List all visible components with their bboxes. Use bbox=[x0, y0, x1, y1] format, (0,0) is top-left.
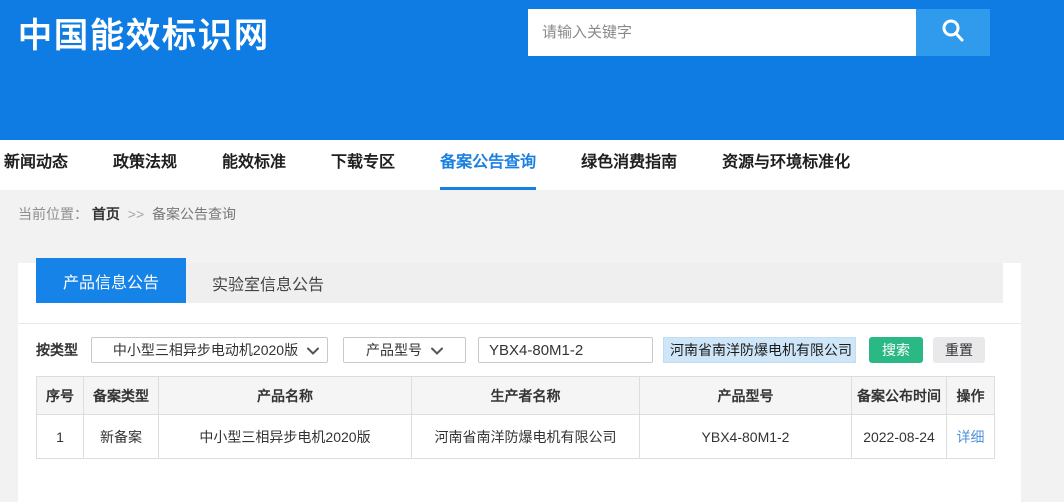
main-nav: 新闻动态 政策法规 能效标准 下载专区 备案公告查询 绿色消费指南 资源与环境标… bbox=[0, 140, 1064, 190]
search-submit-button[interactable]: 搜索 bbox=[869, 337, 923, 363]
cell-product-name: 中小型三相异步电机2020版 bbox=[159, 415, 412, 459]
nav-item-green-guide[interactable]: 绿色消费指南 bbox=[581, 140, 677, 190]
cell-model: YBX4-80M1-2 bbox=[640, 415, 852, 459]
breadcrumb-current: 备案公告查询 bbox=[152, 206, 236, 222]
detail-link[interactable]: 详细 bbox=[957, 429, 985, 445]
results-table: 序号 备案类型 产品名称 生产者名称 产品型号 备案公布时间 操作 1 新备案 … bbox=[36, 376, 995, 459]
nav-item-news[interactable]: 新闻动态 bbox=[4, 140, 68, 190]
col-publish-date: 备案公布时间 bbox=[852, 377, 947, 415]
tab-product-info[interactable]: 产品信息公告 bbox=[36, 258, 186, 303]
cell-seq: 1 bbox=[37, 415, 84, 459]
tab-lab-info[interactable]: 实验室信息公告 bbox=[186, 263, 350, 303]
cell-publish-date: 2022-08-24 bbox=[852, 415, 947, 459]
tab-divider bbox=[18, 323, 1021, 324]
filter-type-label: 按类型 bbox=[36, 340, 78, 360]
nav-item-standards[interactable]: 能效标准 bbox=[222, 140, 286, 190]
nav-item-resources-env[interactable]: 资源与环境标准化 bbox=[722, 140, 850, 190]
content-card: 产品信息公告 实验室信息公告 按类型 中小型三相异步电动机2020版 产品型号 bbox=[18, 263, 1021, 502]
col-action: 操作 bbox=[947, 377, 995, 415]
site-header: 中国能效标识网 bbox=[0, 0, 1064, 140]
chevron-down-icon bbox=[431, 342, 443, 358]
reset-button[interactable]: 重置 bbox=[933, 337, 985, 363]
type-select-value: 中小型三相异步电动机2020版 bbox=[104, 340, 307, 360]
breadcrumb: 当前位置： 首页 >> 备案公告查询 bbox=[0, 190, 1064, 240]
search-input[interactable] bbox=[528, 9, 916, 56]
breadcrumb-prefix: 当前位置： bbox=[18, 206, 88, 222]
field-select[interactable]: 产品型号 bbox=[343, 337, 466, 363]
producer-input-value: 河南省南洋防爆电机有限公司 bbox=[670, 340, 852, 360]
col-product-name: 产品名称 bbox=[159, 377, 412, 415]
producer-input[interactable]: 河南省南洋防爆电机有限公司 bbox=[663, 337, 856, 363]
search-icon bbox=[939, 17, 967, 48]
col-record-type: 备案类型 bbox=[84, 377, 159, 415]
breadcrumb-separator: >> bbox=[128, 206, 144, 222]
header-search-button[interactable] bbox=[916, 9, 990, 56]
table-row: 1 新备案 中小型三相异步电机2020版 河南省南洋防爆电机有限公司 YBX4-… bbox=[37, 415, 995, 459]
nav-item-downloads[interactable]: 下载专区 bbox=[331, 140, 395, 190]
col-producer: 生产者名称 bbox=[412, 377, 640, 415]
col-seq: 序号 bbox=[37, 377, 84, 415]
nav-item-policy[interactable]: 政策法规 bbox=[113, 140, 177, 190]
type-select[interactable]: 中小型三相异步电动机2020版 bbox=[91, 337, 328, 363]
col-model: 产品型号 bbox=[640, 377, 852, 415]
chevron-down-icon bbox=[307, 342, 319, 358]
model-input[interactable] bbox=[478, 337, 653, 363]
header-search-box bbox=[528, 9, 990, 56]
breadcrumb-home-link[interactable]: 首页 bbox=[92, 206, 120, 222]
nav-item-record-query[interactable]: 备案公告查询 bbox=[440, 140, 536, 190]
table-header-row: 序号 备案类型 产品名称 生产者名称 产品型号 备案公布时间 操作 bbox=[37, 377, 995, 415]
tab-strip: 产品信息公告 实验室信息公告 bbox=[36, 263, 1003, 303]
filter-bar: 按类型 中小型三相异步电动机2020版 产品型号 河南省南洋防爆电机有限公司 搜… bbox=[36, 337, 1003, 363]
site-logo-title: 中国能效标识网 bbox=[18, 8, 270, 57]
cell-record-type: 新备案 bbox=[84, 415, 159, 459]
cell-producer: 河南省南洋防爆电机有限公司 bbox=[412, 415, 640, 459]
field-select-value: 产品型号 bbox=[366, 340, 422, 360]
